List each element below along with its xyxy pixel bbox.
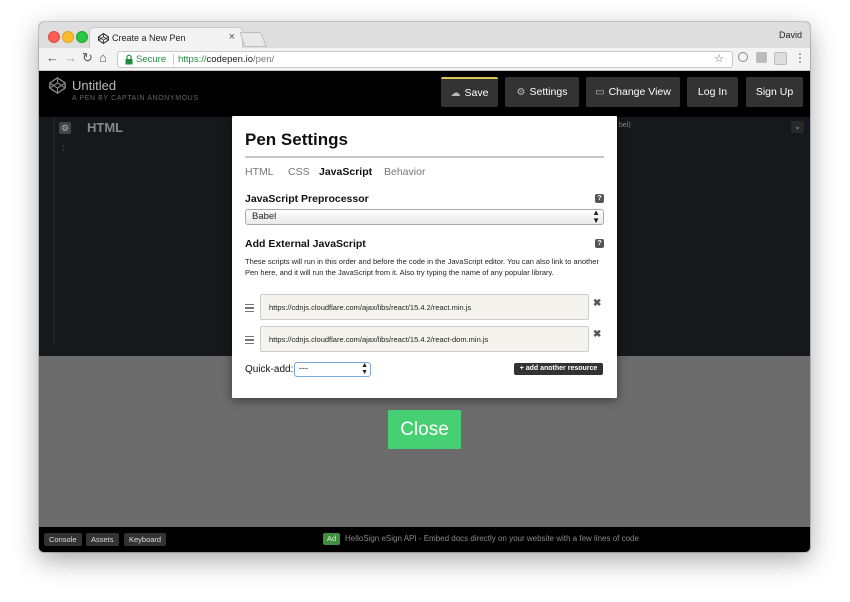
external-js-help-icon[interactable]: ? [595, 239, 604, 248]
home-icon[interactable]: ⌂ [99, 51, 107, 65]
codepen-footer: Console Assets Keyboard Ad HelloSign eSi… [39, 527, 810, 552]
codepen-header: Untitled A PEN BY CAPTAIN ANONYMOUS ☁ Sav… [39, 71, 810, 117]
remove-resource-icon[interactable]: ✖ [593, 298, 601, 309]
close-modal-button[interactable]: Close [388, 410, 461, 449]
codepen-logo-icon[interactable] [49, 77, 66, 94]
new-tab-button[interactable] [239, 32, 267, 47]
pen-settings-modal: Pen Settings HTML CSS JavaScript Behavio… [232, 116, 617, 398]
cloud-icon: ☁ [450, 88, 461, 99]
browser-toolbar: ← → ↻ ⌂ Secure https://codepen.io/pen/ ☆… [39, 48, 810, 71]
signup-label: Sign Up [755, 86, 794, 98]
tab-close-icon[interactable]: × [229, 31, 235, 43]
settings-button[interactable]: ⚙ Settings [505, 77, 579, 107]
resource-url: https://cdnjs.cloudflare.com/ajax/libs/r… [269, 303, 472, 312]
tab-javascript[interactable]: JavaScript [319, 166, 372, 178]
tab-css[interactable]: CSS [288, 166, 310, 178]
change-view-label: Change View [608, 86, 671, 98]
tab-title: Create a New Pen [112, 33, 186, 43]
resource-url: https://cdnjs.cloudflare.com/ajax/libs/r… [269, 335, 489, 344]
js-preprocessor-select[interactable]: Babel ▲ ▼ [245, 209, 604, 225]
menu-icon[interactable]: ⋮ [794, 51, 806, 65]
extension-grid-icon[interactable] [756, 52, 767, 63]
extension-recycle-icon[interactable] [738, 52, 748, 62]
save-button[interactable]: ☁ Save [441, 77, 498, 107]
preprocessor-help-icon[interactable]: ? [595, 194, 604, 203]
js-preprocessor-value: Babel [252, 211, 277, 222]
maximize-window-button[interactable] [76, 31, 88, 43]
reload-icon[interactable]: ↻ [82, 51, 93, 65]
ad-badge: Ad [323, 533, 341, 545]
codepen-favicon-icon [98, 33, 109, 44]
signup-button[interactable]: Sign Up [746, 77, 803, 107]
js-preprocessor-label: JavaScript Preprocessor [245, 193, 369, 205]
profile-name[interactable]: David [779, 30, 802, 40]
console-button[interactable]: Console [44, 533, 82, 546]
select-arrows-icon: ▲ ▼ [361, 362, 368, 376]
ad-link[interactable]: HelloSign eSign API - Embed docs directl… [345, 534, 639, 543]
forward-icon[interactable]: → [64, 51, 77, 65]
pen-byline: A PEN BY CAPTAIN ANONYMOUS [72, 95, 199, 102]
address-bar[interactable]: Secure https://codepen.io/pen/ ☆ [117, 51, 733, 68]
external-resource-input[interactable]: https://cdnjs.cloudflare.com/ajax/libs/r… [260, 294, 589, 320]
pen-title[interactable]: Untitled [72, 78, 116, 93]
add-another-resource-button[interactable]: + add another resource [514, 363, 603, 375]
modal-title: Pen Settings [245, 130, 348, 149]
lock-icon [125, 54, 133, 65]
drag-handle-icon[interactable] [245, 304, 254, 313]
select-arrows-icon: ▲ ▼ [592, 208, 600, 225]
url-text: https://codepen.io/pen/ [178, 54, 275, 65]
tab-html[interactable]: HTML [245, 166, 274, 178]
keyboard-button[interactable]: Keyboard [124, 533, 167, 546]
browser-window: Create a New Pen × David ← → ↻ ⌂ Secure … [39, 22, 810, 552]
drag-handle-icon[interactable] [245, 336, 254, 345]
back-icon[interactable]: ← [46, 51, 59, 65]
assets-button[interactable]: Assets [86, 533, 119, 546]
modal-title-divider [245, 156, 604, 158]
quick-add-select[interactable]: --- ▲ ▼ [294, 362, 371, 377]
gear-icon: ⚙ [516, 87, 526, 98]
view-icon: ▭ [595, 87, 605, 98]
secure-label: Secure [136, 54, 167, 65]
external-js-description: These scripts will run in this order and… [245, 257, 599, 277]
browser-tab[interactable]: Create a New Pen × [89, 27, 243, 50]
external-js-label: Add External JavaScript [245, 238, 366, 250]
address-divider [173, 54, 174, 65]
bookmark-star-icon[interactable]: ☆ [714, 52, 724, 65]
login-button[interactable]: Log In [687, 77, 738, 107]
minimize-window-button[interactable] [62, 31, 74, 43]
external-resource-input[interactable]: https://cdnjs.cloudflare.com/ajax/libs/r… [260, 326, 589, 352]
close-window-button[interactable] [48, 31, 60, 43]
quick-add-label: Quick-add: [245, 364, 294, 375]
remove-resource-icon[interactable]: ✖ [593, 329, 601, 340]
change-view-button[interactable]: ▭ Change View [586, 77, 680, 107]
login-label: Log In [697, 86, 728, 98]
browser-titlebar: Create a New Pen × David [39, 22, 810, 50]
save-button-label: Save [464, 87, 489, 99]
settings-button-label: Settings [529, 86, 568, 98]
tab-behavior[interactable]: Behavior [384, 166, 425, 178]
quick-add-value: --- [299, 363, 308, 373]
extension-page-icon[interactable] [774, 52, 787, 65]
